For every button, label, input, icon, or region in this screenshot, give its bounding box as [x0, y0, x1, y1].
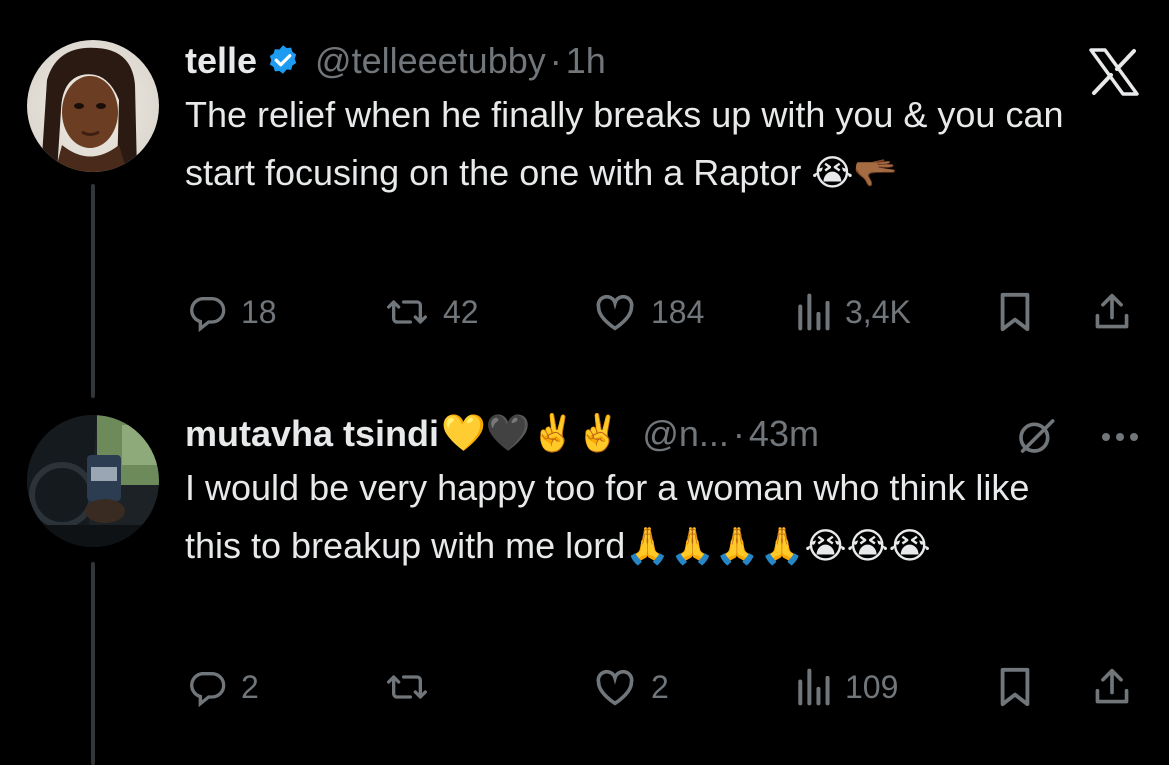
like-icon [593, 292, 637, 332]
bookmark-button[interactable] [998, 666, 1032, 708]
reply-button[interactable]: 2 [187, 667, 259, 707]
repost-icon [385, 667, 429, 707]
separator-dot: · [549, 40, 562, 81]
views-count: 109 [845, 668, 899, 705]
repost-count: 42 [443, 293, 479, 330]
timestamp[interactable]: 43m [749, 413, 819, 455]
bookmark-icon [998, 666, 1032, 708]
separator-dot: · [732, 413, 745, 454]
views-icon [795, 292, 831, 332]
tweet-actions-2: 2 2 109 [185, 665, 1135, 709]
handle[interactable]: @telleeetubby [315, 40, 546, 82]
repost-button[interactable]: 42 [385, 292, 479, 332]
like-count: 2 [651, 668, 669, 705]
tweet-1[interactable]: telle @telleeetubby · 1h The relief when… [185, 38, 1145, 202]
share-icon [1092, 667, 1132, 707]
verified-badge-icon [265, 43, 301, 79]
tweet-actions: 18 42 184 3,4K [185, 290, 1135, 334]
like-button[interactable]: 184 [593, 292, 704, 332]
repost-icon [385, 292, 429, 332]
views-count: 3,4K [845, 293, 911, 330]
reply-button[interactable]: 18 [187, 292, 277, 332]
share-button[interactable] [1092, 292, 1132, 332]
tweet-2-top-right [1016, 416, 1140, 461]
repost-button[interactable] [385, 667, 443, 707]
timestamp[interactable]: 1h [566, 40, 606, 82]
more-icon[interactable] [1100, 430, 1140, 448]
tweet-2[interactable]: mutavha tsindi 💛🖤✌️✌️ @n... · 43m I woul… [185, 411, 1145, 575]
views-button[interactable]: 109 [795, 667, 898, 707]
tweet-text: The relief when he finally breaks up wit… [185, 94, 1064, 193]
bookmark-icon [998, 291, 1032, 333]
avatar-2[interactable] [27, 415, 159, 547]
views-icon [795, 667, 831, 707]
avatar[interactable] [27, 40, 159, 172]
share-icon [1092, 292, 1132, 332]
bookmark-button[interactable] [998, 291, 1032, 333]
handle[interactable]: @n... [642, 413, 729, 455]
share-button[interactable] [1092, 667, 1132, 707]
tweet-text: I would be very happy too for a woman wh… [185, 467, 1030, 566]
like-button[interactable]: 2 [593, 667, 669, 707]
thread-line-2 [91, 562, 95, 765]
display-name[interactable]: telle [185, 40, 257, 82]
name-emojis: 💛🖤✌️✌️ [441, 413, 621, 454]
display-name[interactable]: mutavha tsindi [185, 413, 439, 455]
reply-count: 18 [241, 293, 277, 330]
views-button[interactable]: 3,4K [795, 292, 911, 332]
grok-icon[interactable] [1016, 416, 1056, 461]
tweet-header: telle @telleeetubby · 1h [185, 38, 1145, 84]
reply-icon [187, 667, 227, 707]
reply-count: 2 [241, 668, 259, 705]
like-count: 184 [651, 293, 705, 330]
thread-line [91, 184, 95, 398]
reply-icon [187, 292, 227, 332]
like-icon [593, 667, 637, 707]
tweet-header: mutavha tsindi 💛🖤✌️✌️ @n... · 43m [185, 411, 1145, 457]
